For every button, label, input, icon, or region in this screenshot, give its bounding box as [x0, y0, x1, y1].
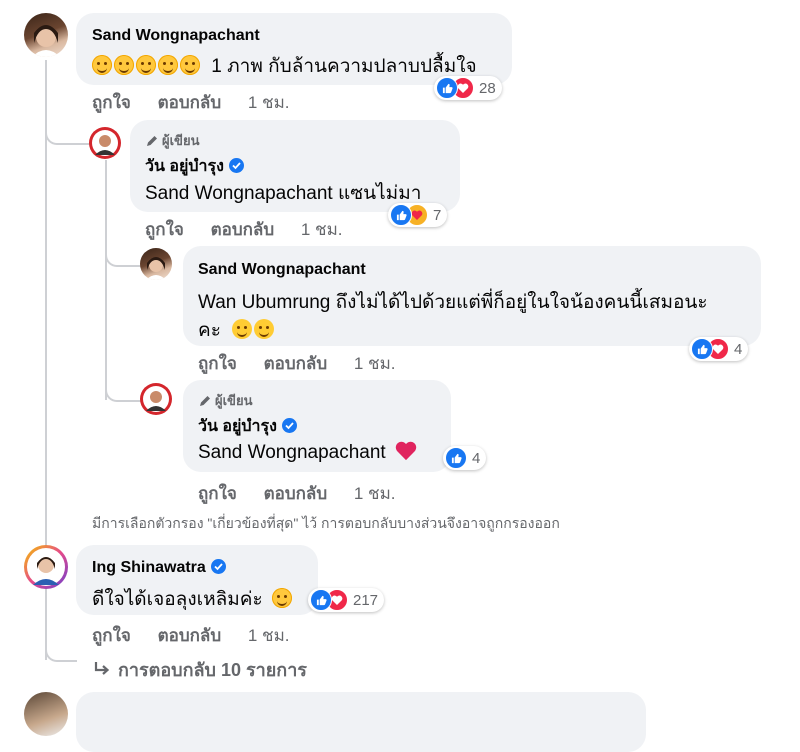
- reaction-summary[interactable]: 4: [443, 446, 487, 470]
- avatar[interactable]: [24, 545, 68, 589]
- thread-branch-2: [105, 245, 142, 267]
- timestamp[interactable]: 1 ชม.: [354, 354, 396, 373]
- emoji-hug-face: [254, 319, 275, 339]
- pencil-icon: [147, 135, 157, 146]
- timestamp[interactable]: 1 ชม.: [354, 484, 396, 503]
- comment-author[interactable]: วัน อยู่บำรุง: [198, 414, 297, 439]
- red-heart-icon: [395, 441, 417, 461]
- mention-link[interactable]: Sand Wongnapachant: [145, 183, 333, 204]
- reaction-count: 4: [734, 340, 743, 358]
- reaction-count: 217: [353, 591, 379, 609]
- comment-text-body: แซนไม่มา: [337, 183, 422, 204]
- avatar[interactable]: [140, 383, 172, 415]
- comment-actions: ถูกใจ ตอบกลับ 1 ชม.: [92, 89, 312, 116]
- comment-author-name: Ing Shinawatra: [92, 559, 206, 576]
- comment-text-body: คะ: [198, 320, 221, 341]
- like-icon: [691, 338, 713, 360]
- author-badge: ผู้เขียน: [145, 130, 199, 151]
- comment-text-body: 1 ภาพ กับล้านความปลาบปลื้มใจ: [211, 56, 477, 77]
- comment-author[interactable]: Sand Wongnapachant: [198, 261, 366, 279]
- comment-text: 1 ภาพ กับล้านความปลาบปลื้มใจ: [92, 51, 477, 81]
- thread-branch-more: [45, 620, 77, 662]
- avatar[interactable]: [140, 248, 172, 280]
- mention-link[interactable]: Wan Ubumrung: [198, 292, 330, 313]
- reaction-summary[interactable]: 4: [689, 337, 749, 361]
- reaction-count: 4: [472, 449, 481, 467]
- comment-text: ดีใจได้เจอลุงเหลิมค่ะ: [92, 584, 294, 614]
- comment-actions: ถูกใจ ตอบกลับ 1 ชม.: [198, 350, 418, 377]
- reaction-count: 7: [433, 206, 442, 224]
- reaction-summary[interactable]: 217: [308, 588, 385, 612]
- comment-author-name: วัน อยู่บำรุง: [198, 418, 277, 435]
- filter-notice: มีการเลือกตัวกรอง "เกี่ยวข้องที่สุด" ไว้…: [92, 515, 560, 531]
- reaction-summary[interactable]: 28: [434, 76, 502, 100]
- timestamp[interactable]: 1 ชม.: [248, 626, 290, 645]
- reply-button[interactable]: ตอบกลับ: [158, 626, 222, 645]
- like-button[interactable]: ถูกใจ: [92, 93, 131, 112]
- emoji-hearts-face: [158, 55, 178, 75]
- view-more-replies-label: การตอบกลับ 10 รายการ: [118, 660, 307, 680]
- author-badge-label: ผู้เขียน: [162, 133, 200, 148]
- emoji-hearts-face: [92, 55, 112, 75]
- pencil-icon: [200, 395, 210, 406]
- thread-line-sub: [105, 160, 107, 400]
- emoji-kiss-face: [232, 319, 253, 339]
- comment-author-name: วัน อยู่บำรุง: [145, 158, 224, 175]
- comment-author[interactable]: Ing Shinawatra: [92, 559, 226, 577]
- author-badge-label: ผู้เขียน: [215, 393, 253, 408]
- verified-badge-icon: [228, 158, 244, 173]
- reaction-summary[interactable]: 7: [388, 203, 448, 227]
- reply-button[interactable]: ตอบกลับ: [211, 220, 275, 239]
- timestamp[interactable]: 1 ชม.: [301, 220, 343, 239]
- like-button[interactable]: ถูกใจ: [198, 484, 237, 503]
- comment-author[interactable]: Sand Wongnapachant: [92, 27, 260, 45]
- comment-author[interactable]: วัน อยู่บำรุง: [145, 154, 244, 179]
- emoji-hearts-face: [136, 55, 156, 75]
- comment-bubble: [76, 692, 646, 752]
- comment-actions: ถูกใจ ตอบกลับ 1 ชม.: [92, 622, 312, 649]
- timestamp[interactable]: 1 ชม.: [248, 93, 290, 112]
- like-button[interactable]: ถูกใจ: [145, 220, 184, 239]
- like-icon: [436, 77, 458, 99]
- thread-branch-3: [105, 380, 142, 402]
- emoji-hearts-face: [114, 55, 134, 75]
- reaction-count: 28: [479, 79, 496, 97]
- like-button[interactable]: ถูกใจ: [198, 354, 237, 373]
- verified-badge-icon: [210, 559, 226, 574]
- comment-text-line2: คะ: [198, 315, 276, 345]
- thread-branch-1: [45, 105, 92, 145]
- comment-text: Sand Wongnapachant: [198, 441, 417, 464]
- avatar[interactable]: [24, 13, 68, 57]
- emoji-hearts-face: [271, 588, 292, 608]
- reply-button[interactable]: ตอบกลับ: [158, 93, 222, 112]
- comment-actions: ถูกใจ ตอบกลับ 1 ชม.: [145, 216, 365, 243]
- like-icon: [310, 589, 332, 611]
- avatar[interactable]: [89, 127, 121, 159]
- comment-text-body: ถึงไม่ได้ไปด้วยแต่พี่ก็อยู่ในใจน้องคนนี้…: [335, 292, 708, 313]
- emoji-hearts-face: [180, 55, 200, 75]
- mention-link[interactable]: Sand Wongnapachant: [198, 442, 386, 463]
- like-icon: [445, 447, 467, 469]
- like-icon: [390, 204, 412, 226]
- avatar[interactable]: [24, 692, 68, 736]
- comment-actions: ถูกใจ ตอบกลับ 1 ชม.: [198, 480, 418, 507]
- comment-text: Wan Ubumrung ถึงไม่ได้ไปด้วยแต่พี่ก็อยู่…: [198, 287, 708, 317]
- author-badge: ผู้เขียน: [198, 390, 252, 411]
- reply-arrow-icon: [94, 662, 110, 675]
- like-button[interactable]: ถูกใจ: [92, 626, 131, 645]
- reply-button[interactable]: ตอบกลับ: [264, 484, 328, 503]
- comment-text: Sand Wongnapachant แซนไม่มา: [145, 178, 421, 208]
- comment-text-body: ดีใจได้เจอลุงเหลิมค่ะ: [92, 589, 263, 610]
- verified-badge-icon: [281, 418, 297, 433]
- view-more-replies-link[interactable]: การตอบกลับ 10 รายการ: [92, 655, 307, 684]
- reply-button[interactable]: ตอบกลับ: [264, 354, 328, 373]
